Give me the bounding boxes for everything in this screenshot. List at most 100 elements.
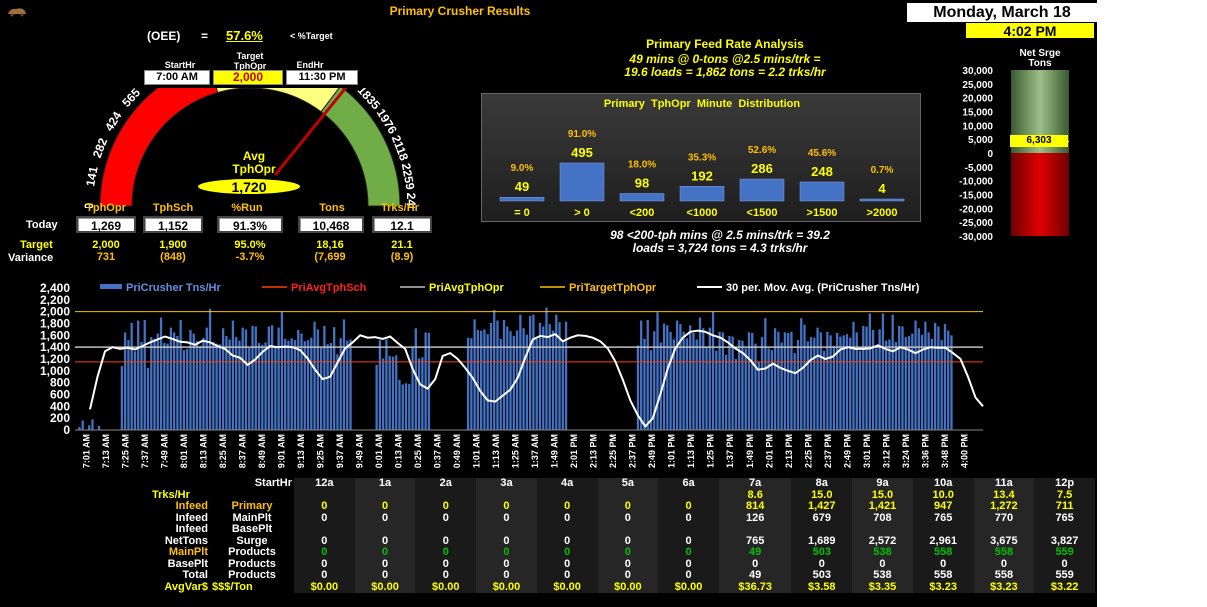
table-cell <box>354 524 416 536</box>
surge-tick-label: -15,000 <box>959 191 993 202</box>
hour-header: 1a <box>354 478 416 490</box>
table-cell: 0 <box>536 547 598 559</box>
x-tick-label: 8:49 AM <box>257 434 267 468</box>
chart-bar <box>313 321 316 430</box>
chart-bar <box>760 337 764 430</box>
chart-bar <box>555 314 558 430</box>
surge-tick-label: 30,000 <box>962 66 993 77</box>
table-cell: 0 <box>597 570 659 582</box>
chart-bar <box>388 356 391 430</box>
chart-bar <box>192 333 195 430</box>
chart-bar <box>493 309 496 430</box>
x-tick-label: 3:36 PM <box>920 434 930 468</box>
distribution-bar-value: 4 <box>878 181 886 196</box>
chart-bar <box>522 328 525 430</box>
chart-bar <box>470 338 473 430</box>
table-cell: 0 <box>415 501 477 513</box>
x-tick-label: 7:37 AM <box>140 434 150 468</box>
chart-bar <box>391 356 395 430</box>
chart-bar <box>251 325 254 430</box>
target-tph-field[interactable]: 2,000 <box>213 70 283 85</box>
chart-bar <box>548 324 551 430</box>
distribution-bar <box>619 193 665 202</box>
chart-bar <box>476 330 480 430</box>
chart-bar <box>796 340 800 430</box>
chart-bar <box>875 348 878 430</box>
distribution-bar-pct: 0.7% <box>871 165 894 176</box>
table-cell: 49 <box>718 547 792 559</box>
chart-bar <box>261 344 264 430</box>
x-tick-label: 8:01 AM <box>179 434 189 468</box>
table-cell: $0.00 <box>354 581 416 593</box>
end-time-field[interactable]: 11:30 PM <box>286 70 358 85</box>
chart-bar <box>212 341 215 430</box>
page-title: Primary Crusher Results <box>389 4 531 18</box>
table-cell: 538 <box>852 570 913 582</box>
chart-bar <box>754 343 757 430</box>
chart-bar <box>702 328 705 430</box>
chart-bar <box>806 341 809 430</box>
time-display: 4:02 PM <box>965 22 1095 39</box>
chart-bar <box>868 313 871 430</box>
chart-bar <box>904 337 907 430</box>
surge-tick-label: 25,000 <box>962 80 993 91</box>
chart-bar <box>509 331 512 430</box>
table-cell: $3.35 <box>852 581 913 593</box>
chart-bar <box>525 334 529 430</box>
x-tick-label: 1:37 PM <box>725 434 735 468</box>
hour-header: 4a <box>536 478 598 490</box>
chart-bar <box>342 319 346 430</box>
target-tphopr: 2,000 <box>92 239 120 251</box>
variance-tons: (7,699 <box>314 251 346 263</box>
today-run: 91.3% <box>217 216 283 233</box>
x-tick-label: 12:49 PM <box>647 434 657 468</box>
chart-bar <box>143 319 146 430</box>
chart-bar <box>179 319 182 430</box>
x-tick-label: 10:49 AM <box>452 434 462 468</box>
hour-header: 8a <box>791 478 853 490</box>
x-tick-label: 9:13 AM <box>296 434 306 468</box>
table-row: MainPlt Products 0 0 0 0 0 0 0 49 503 538 558 558 559 <box>150 547 1095 559</box>
chart-bar <box>865 326 868 430</box>
chart-bar <box>551 330 555 430</box>
x-tick-label: 10:25 AM <box>413 434 423 468</box>
table-cell: 0 <box>294 570 355 582</box>
x-tick-label: 7:01 AM <box>81 434 91 468</box>
today-label: Today <box>26 219 58 231</box>
table-cell: $3.23 <box>912 581 974 593</box>
distribution-bar-label: <1000 <box>687 207 718 219</box>
surge-tick-label: 0 <box>987 149 993 160</box>
table-cell <box>294 524 355 536</box>
hour-header: 3a <box>476 478 537 490</box>
y-tick-label: 0 <box>63 423 70 437</box>
chart-bar <box>176 335 179 430</box>
table-cell: $0.00 <box>597 581 659 593</box>
chart-bar <box>319 347 323 430</box>
chart-bar <box>711 311 715 430</box>
table-cell: 708 <box>852 512 913 524</box>
chart-bar <box>97 425 101 430</box>
x-tick-label: 11:49 AM <box>550 434 560 468</box>
legend-label: PriAvgTphOpr <box>429 282 504 294</box>
chart-bar <box>822 350 826 430</box>
distribution-bar <box>559 162 605 202</box>
table-cell: $0.00 <box>658 581 719 593</box>
hour-header: 12a <box>294 478 355 490</box>
x-tick-label: 12:25 PM <box>608 434 618 468</box>
start-time-field[interactable]: 7:00 AM <box>144 70 210 85</box>
distribution-bar-value: 495 <box>571 145 593 160</box>
x-tick-label: 1:25 PM <box>706 434 716 468</box>
legend-swatch <box>100 284 122 289</box>
chart-bar <box>832 345 836 430</box>
chart-bar <box>809 337 813 430</box>
table-cell: 0 <box>658 547 719 559</box>
chart-bar <box>780 342 783 430</box>
today-trks: 12.1 <box>372 216 432 233</box>
table-cell <box>658 524 719 536</box>
hour-header: 10a <box>912 478 974 490</box>
chart-bar <box>486 334 489 430</box>
oee-note: < %Target <box>290 31 333 41</box>
table-cell: 0 <box>597 512 659 524</box>
today-tphopr: 1,269 <box>76 216 136 233</box>
chart-bar <box>934 322 937 430</box>
